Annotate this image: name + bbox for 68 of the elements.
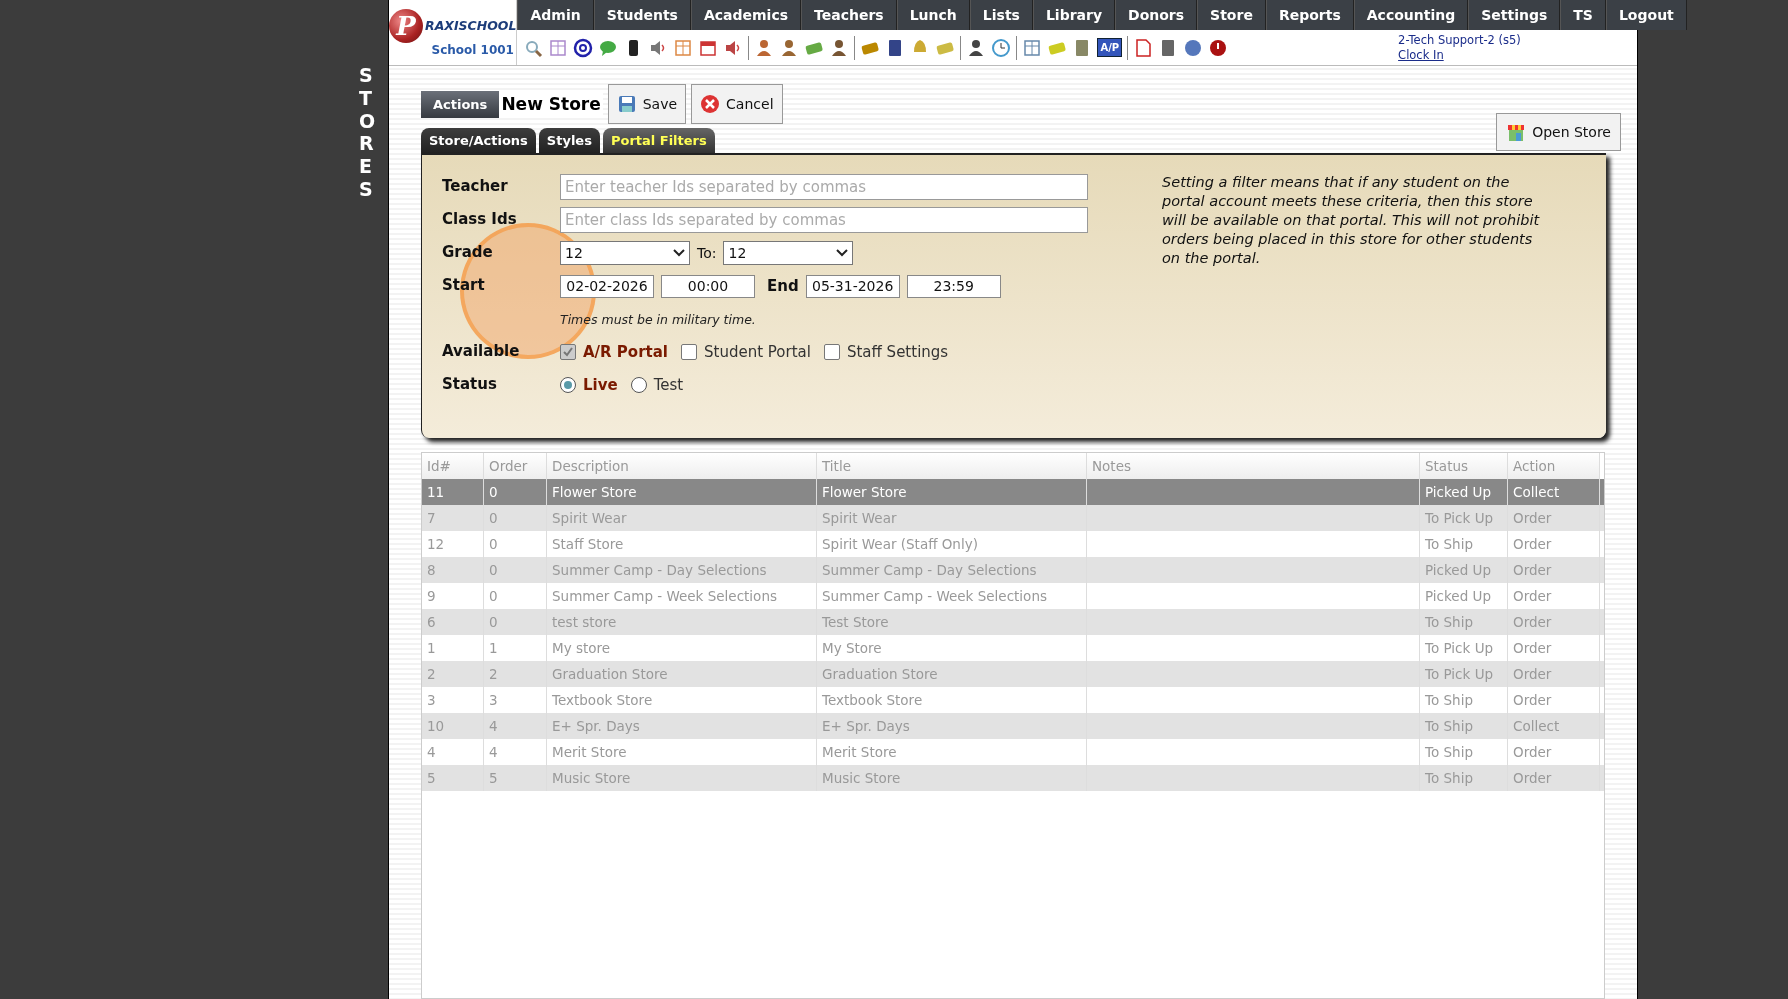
radio-button[interactable] bbox=[630, 377, 647, 393]
close-icon bbox=[700, 94, 721, 114]
field-label: Class Ids bbox=[442, 209, 517, 230]
help-text: Setting a filter means that if any student on the portal account meets these criteria, then this store will be available on that portal. This will not prohibit orders being placed in this store for other students on the portal. bbox=[1162, 173, 1541, 268]
clock-in-link[interactable]: Clock In bbox=[1398, 47, 1521, 63]
nav-item[interactable]: Lists bbox=[969, 0, 1033, 30]
tab[interactable]: Styles bbox=[538, 128, 600, 153]
field-label: Status bbox=[442, 374, 497, 395]
table-row[interactable]: 11 0 Flower Store Flower Store Picked Up Collect bbox=[422, 479, 1604, 505]
nav-item[interactable]: Store bbox=[1197, 0, 1266, 30]
field-label: Grade bbox=[442, 242, 493, 263]
cancel-button[interactable]: Cancel bbox=[691, 84, 783, 124]
nav-item[interactable]: Settings bbox=[1468, 0, 1561, 30]
radio-label: Test bbox=[653, 376, 684, 394]
side-title: STORES bbox=[359, 64, 377, 201]
logo-letter: P bbox=[389, 8, 423, 43]
tab[interactable]: Portal Filters bbox=[602, 128, 715, 153]
class-ids-field[interactable]: Enter class Ids separated by commas bbox=[560, 207, 1088, 233]
grade-to-select[interactable]: 12 bbox=[723, 241, 854, 265]
end-time-field[interactable]: 23:59 bbox=[906, 274, 1001, 298]
tab[interactable]: Store/Actions bbox=[421, 128, 536, 153]
nav-item[interactable]: TS bbox=[1560, 0, 1606, 30]
table-cell: 5 bbox=[422, 765, 484, 791]
checkbox-label: Student Portal bbox=[704, 343, 811, 361]
radio-label: Live bbox=[583, 376, 618, 394]
school-name: School 1001 bbox=[431, 42, 514, 57]
nav-item[interactable]: Library bbox=[1032, 0, 1116, 30]
nav-item[interactable]: Admin bbox=[517, 0, 594, 30]
nav-item[interactable]: Donors bbox=[1115, 0, 1198, 30]
table-cell: Music Store bbox=[547, 765, 817, 791]
open-store-button[interactable]: Open Store bbox=[1496, 113, 1621, 151]
store-icon bbox=[1506, 122, 1527, 142]
end-label: End bbox=[767, 277, 799, 295]
nav-item[interactable]: Lunch bbox=[896, 0, 970, 30]
field-label: Teacher bbox=[442, 176, 508, 197]
nav-item[interactable]: Reports bbox=[1265, 0, 1354, 30]
caret-icon bbox=[836, 249, 849, 257]
checkbox[interactable] bbox=[823, 344, 840, 360]
ap-badge-icon[interactable]: A/P bbox=[1097, 38, 1123, 57]
checkbox[interactable] bbox=[681, 344, 697, 360]
nav-item[interactable]: Logout bbox=[1605, 0, 1687, 30]
caret-icon bbox=[673, 249, 685, 257]
end-date-field[interactable]: 05-31-2026 bbox=[805, 274, 900, 298]
actions-menu[interactable]: Actions bbox=[421, 90, 500, 118]
checkbox-label: A/R Portal bbox=[583, 343, 668, 361]
field-label: Available bbox=[442, 341, 520, 362]
checkbox-label: Staff Settings bbox=[846, 343, 949, 361]
user-name: 2-Tech Support-2 (s5) bbox=[1398, 32, 1521, 48]
radio-button[interactable] bbox=[560, 377, 576, 393]
nav-item[interactable]: Teachers bbox=[801, 0, 897, 30]
table-cell: Music Store bbox=[817, 765, 1087, 791]
store-title: New Store bbox=[499, 91, 603, 117]
time-note: Times must be in military time. bbox=[560, 311, 756, 327]
field-label: Start bbox=[442, 275, 485, 296]
logo-wordmark: RAXISCHOOL bbox=[425, 18, 517, 33]
nav-item[interactable]: Students bbox=[593, 0, 691, 30]
grade-from-select[interactable]: 12 bbox=[560, 241, 690, 265]
table-cell: To Ship bbox=[1420, 765, 1508, 791]
table-cell: 5 bbox=[484, 765, 547, 791]
nav-item[interactable]: Academics bbox=[690, 0, 802, 30]
teacher-ids-field[interactable]: Enter teacher Ids separated by commas bbox=[560, 174, 1088, 200]
start-date-field[interactable]: 02-02-2026 bbox=[560, 274, 654, 298]
nav-item[interactable]: Accounting bbox=[1353, 0, 1469, 30]
start-time-field[interactable]: 00:00 bbox=[661, 274, 755, 298]
save-button[interactable]: Save bbox=[607, 84, 687, 124]
power-icon[interactable] bbox=[1208, 37, 1229, 58]
to-label: To: bbox=[697, 245, 717, 261]
table-cell: Order bbox=[1508, 765, 1600, 791]
